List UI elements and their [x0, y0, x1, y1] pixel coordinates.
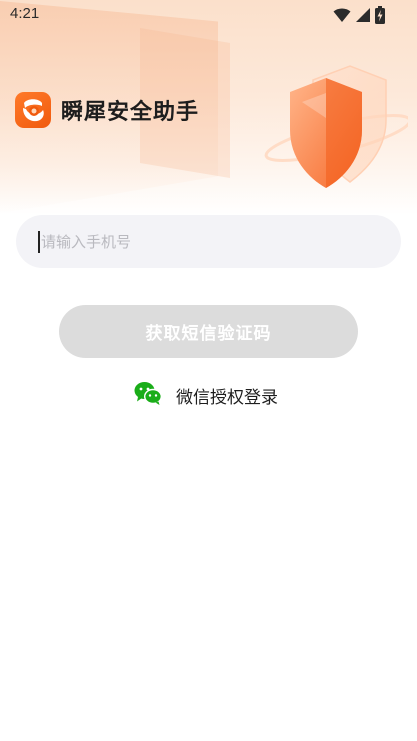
wechat-login-label: 微信授权登录	[176, 387, 278, 408]
cell-signal-icon	[355, 7, 371, 27]
status-time: 4:21	[10, 5, 40, 22]
login-screen: 4:21 瞬犀安全助手 请输入手机号 获取短信验证码 微信授权登录	[0, 0, 417, 741]
phone-input-field[interactable]	[16, 215, 401, 268]
status-bar: 4:21	[0, 0, 417, 30]
app-logo-icon	[15, 92, 51, 128]
wifi-icon	[333, 7, 351, 27]
get-sms-code-button[interactable]: 获取短信验证码	[59, 305, 358, 358]
app-brand: 瞬犀安全助手	[15, 92, 199, 128]
shield-icon	[258, 58, 412, 198]
wechat-login-button[interactable]: 微信授权登录	[134, 381, 278, 409]
text-cursor	[38, 230, 40, 253]
phone-input[interactable]	[41, 221, 371, 262]
battery-charging-icon	[375, 6, 385, 28]
wechat-icon	[134, 381, 163, 409]
status-icons	[333, 6, 385, 28]
app-name: 瞬犀安全助手	[61, 100, 200, 125]
